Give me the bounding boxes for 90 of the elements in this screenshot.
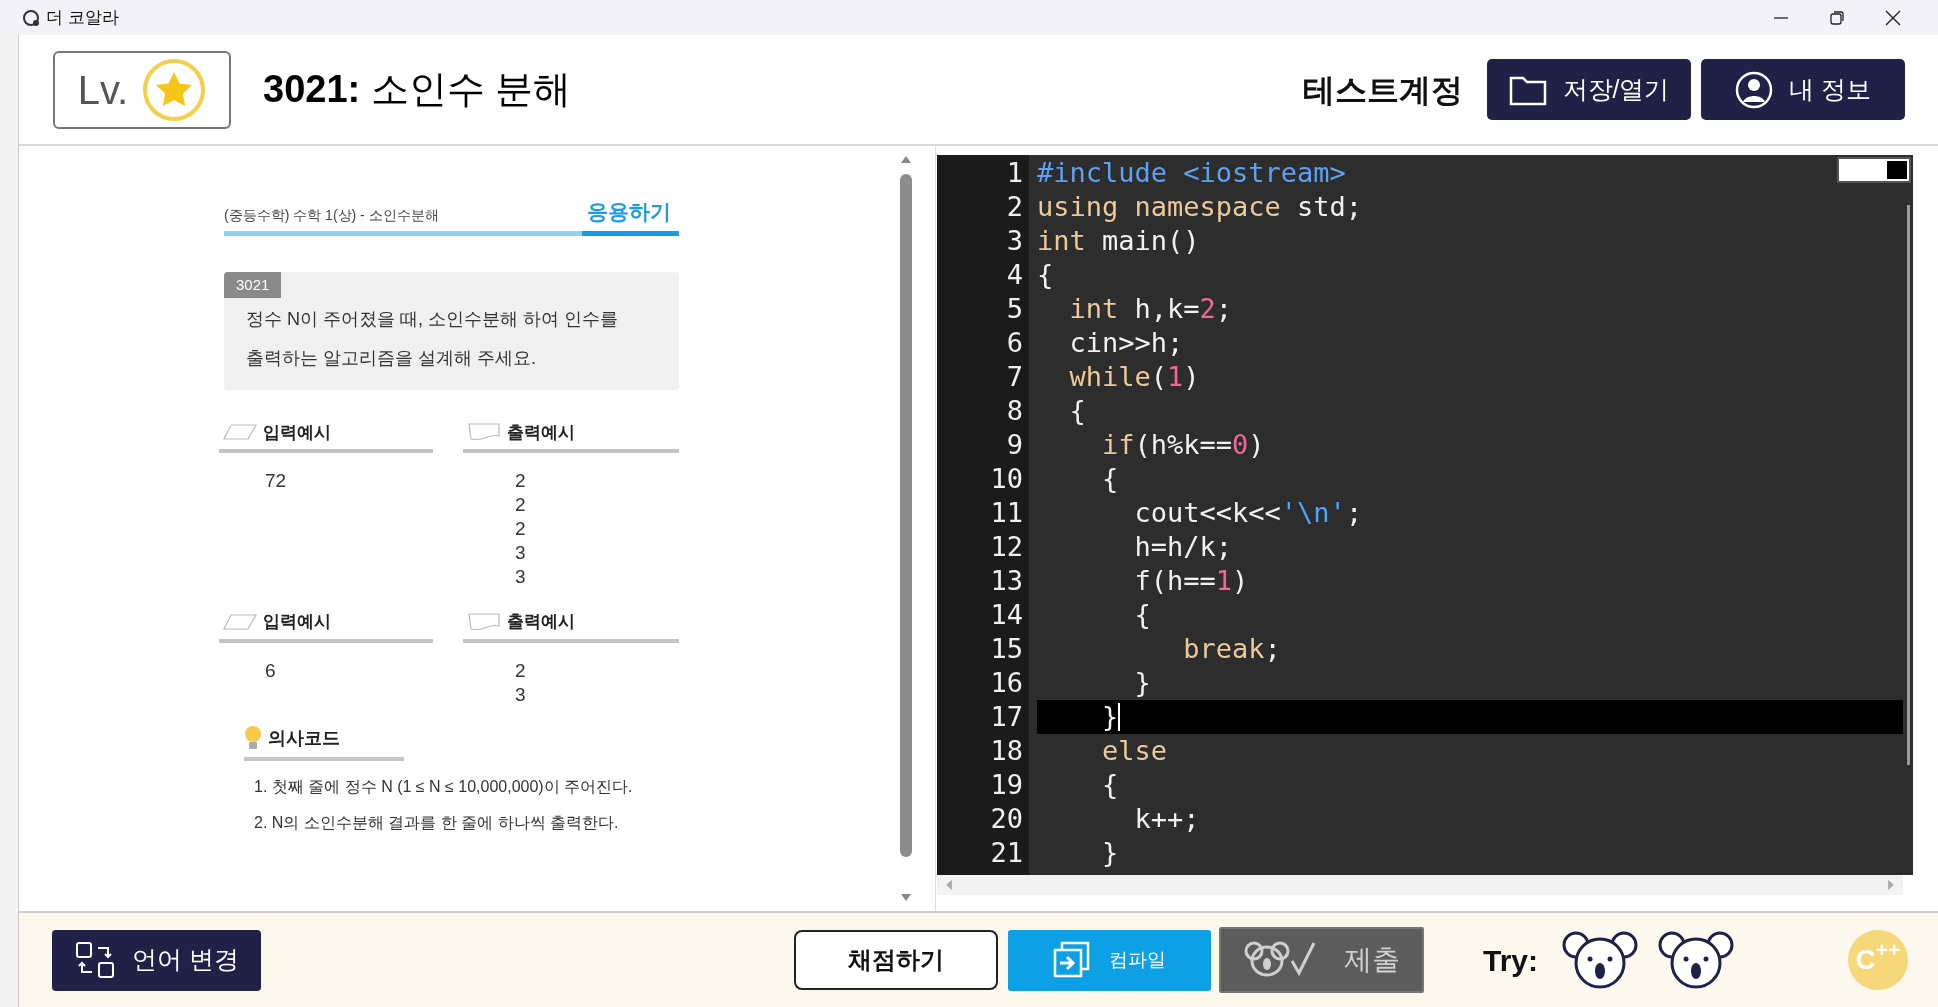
save-open-button[interactable]: 저장/열기 [1487,59,1691,120]
koala-icon [1562,929,1639,991]
code-line: #include <iostream> [1037,156,1346,190]
pseudocode-line: 1. 첫째 줄에 정수 N (1 ≤ N ≤ 10,000,000)이 주어진다. [254,776,634,797]
example-output-value: 2 [515,517,526,541]
line-number: 9 [1005,428,1024,462]
try-label: Try: [1483,942,1539,979]
example-heading: 입력예시 [263,421,331,444]
code-line: } [1133,666,1151,700]
code-line: else [1101,734,1168,768]
koala-icon [1658,929,1735,991]
breadcrumb: (중등수학) 수학 1(상) - 소인수분해 [224,205,439,225]
line-number: 21 [989,836,1024,870]
user-icon [1735,70,1773,109]
line-number: 17 [989,700,1024,734]
pseudocode-heading: 의사코드 [268,727,340,750]
problem-number: 3021 [224,271,282,298]
pseudocode-line: 2. N의 소인수분해 결과를 한 줄에 하나씩 출력한다. [254,812,620,833]
line-number: 18 [989,734,1024,768]
line-number: 3 [1005,224,1024,258]
code-line: while(1) [1068,360,1200,394]
code-line: int main() [1037,224,1200,258]
statement-line: 출력하는 알고리즘을 설계해 주세요. [246,346,537,370]
line-number: 20 [989,802,1024,836]
editor-scrollbar[interactable] [1906,205,1910,765]
parallelogram-icon [223,423,257,442]
code-line: } [1101,836,1119,870]
line-number: 6 [1005,326,1024,360]
level-label: Lv. [77,66,129,114]
code-line: { [1101,462,1119,496]
example-heading: 입력예시 [263,611,331,633]
line-number: 10 [989,462,1024,496]
code-line: if(h%k==0) [1101,428,1265,462]
code-line: { [1133,598,1151,632]
example-output-value: 2 [515,469,526,493]
example-output-value: 3 [515,541,526,565]
code-line: { [1068,394,1086,428]
line-number: 13 [989,564,1024,598]
app-icon [22,7,42,28]
line-number: 4 [1005,258,1024,292]
grade-button[interactable]: 채점하기 [794,930,998,990]
swap-icon [74,940,116,980]
code-line: f(h==1) [1133,564,1249,598]
code-line: { [1101,768,1119,802]
line-number: 19 [989,768,1024,802]
example-output-value: 3 [515,565,526,589]
language-badge: C$^{++}$ [1848,930,1908,990]
example-input-value: 72 [265,469,287,493]
line-number: 15 [989,632,1024,666]
example-heading: 출력예시 [507,421,575,444]
code-line: cin>>h; [1068,326,1184,360]
toggle-switch[interactable] [1837,157,1911,183]
close-icon[interactable] [1884,8,1902,27]
code-editor[interactable] [937,155,1903,875]
code-line: h=h/k; [1133,530,1233,564]
example-output-value: 2 [515,658,526,683]
document-shape-icon [467,422,501,443]
example-output-value: 3 [515,682,526,707]
line-number: 14 [989,598,1024,632]
example-output-value: 2 [515,493,526,517]
line-number: 8 [1005,394,1024,428]
code-line: cout<<k<<'\n'; [1133,496,1363,530]
code-line: { [1037,258,1054,292]
problem-title: 3021: 소인수 분해 [263,67,572,112]
language-change-button[interactable]: 언어 변경 [52,929,261,991]
line-number: 11 [989,496,1024,530]
example-heading: 출력예시 [507,611,575,633]
document-shape-icon [467,611,501,632]
statement-line: 정수 N이 주어졌을 때, 소인수분해 하여 인수를 [246,307,618,331]
restore-icon[interactable] [1828,8,1846,27]
window-title: 더 코알라 [46,6,119,29]
line-number: 2 [1005,190,1024,224]
code-line: k++; [1133,802,1200,836]
code-line: break; [1182,632,1281,666]
line-number: 7 [1005,360,1024,394]
code-line: } [1101,700,1119,734]
profile-button[interactable]: 내 정보 [1701,59,1905,120]
code-line: using namespace std; [1037,190,1363,224]
line-number: 12 [989,530,1024,564]
line-number: 16 [989,666,1024,700]
example-input-value: 6 [265,658,276,683]
scroll-up-icon[interactable] [900,154,912,164]
parallelogram-icon [223,612,257,631]
line-number: 5 [1005,292,1024,326]
compile-icon [1053,941,1091,979]
scroll-down-icon[interactable] [900,893,912,903]
account-name: 테스트계정 [1303,70,1463,110]
line-number: 1 [1005,156,1024,190]
category-label: 응용하기 [587,199,672,225]
code-line: int h,k=2; [1068,292,1233,326]
